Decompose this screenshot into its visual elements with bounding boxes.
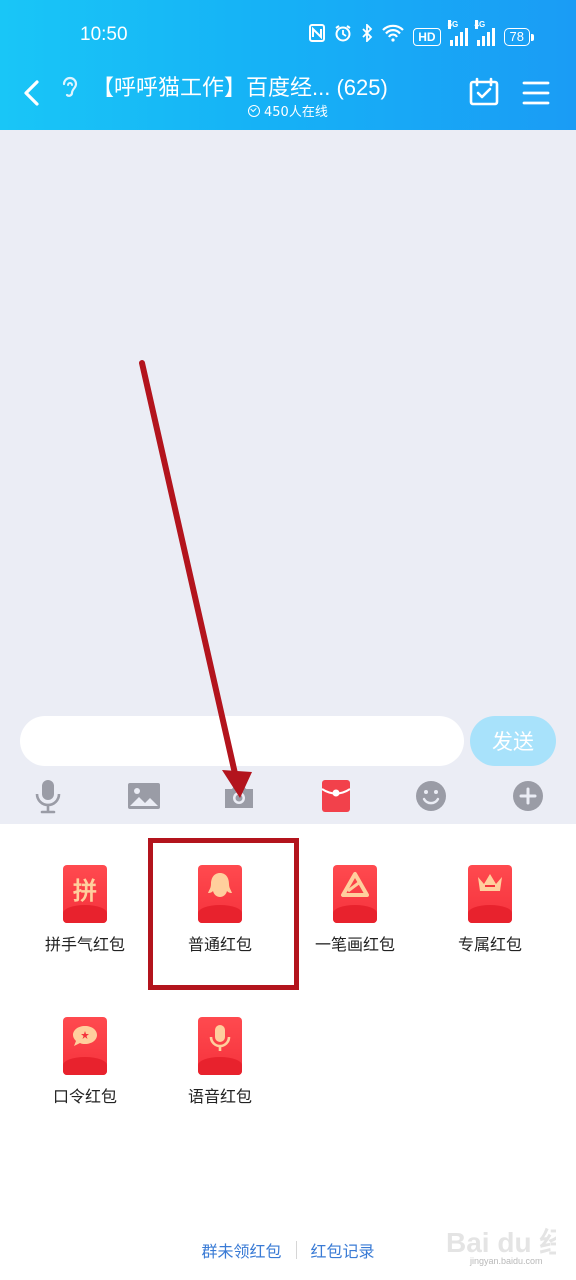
camera-icon[interactable] [222, 778, 256, 814]
red-packet-password[interactable]: 口令红包 [20, 1017, 150, 1137]
red-packet-label: 语音红包 [187, 1087, 252, 1106]
unclaimed-red-packets-link[interactable]: 群未领红包 [201, 1238, 281, 1262]
red-packet-card [468, 865, 512, 923]
penguin-icon [198, 871, 242, 901]
wifi-icon [382, 24, 404, 49]
triangle-stroke-icon [333, 871, 377, 899]
status-time: 10:50 [80, 24, 128, 45]
red-packet-card [333, 865, 377, 923]
red-packet-icon[interactable] [319, 778, 353, 814]
battery-indicator: 78 [503, 27, 535, 46]
online-count: 450人在线 [248, 101, 328, 120]
watermark-url: jingyan.baidu.com [470, 1256, 543, 1266]
red-packet-one-stroke[interactable]: 一笔画红包 [290, 865, 420, 985]
red-packet-card [198, 1017, 242, 1075]
microphone-icon[interactable] [31, 778, 65, 814]
red-packet-label: 拼手气红包 [44, 935, 125, 954]
microphone-icon [198, 1023, 242, 1055]
send-button[interactable]: 发送 [470, 716, 556, 766]
crown-icon [468, 871, 512, 897]
red-packet-label: 专属红包 [457, 935, 522, 954]
image-icon[interactable] [127, 778, 161, 814]
message-input[interactable] [20, 716, 464, 766]
watermark-text: Bai du 经验 [446, 1226, 556, 1258]
earpiece-mode-icon[interactable] [58, 74, 82, 102]
signal-4g-icon: 4G [474, 19, 495, 46]
signal-5g-icon: 5G [447, 19, 468, 46]
chevron-down-icon [248, 104, 260, 117]
red-packet-voice[interactable]: 语音红包 [155, 1017, 285, 1137]
input-toolbar [0, 770, 576, 824]
back-icon[interactable] [20, 76, 46, 110]
red-packet-label: 一笔画红包 [314, 935, 395, 954]
red-packet-label: 口令红包 [52, 1087, 117, 1106]
speech-bubble-icon [63, 1023, 107, 1051]
chat-header: 10:50 HD 5G 4G 78 【呼呼猫工作】百度经... (625) 45… [0, 0, 576, 130]
plus-icon[interactable] [511, 778, 545, 814]
message-area[interactable] [0, 130, 576, 710]
emoji-icon[interactable] [414, 778, 448, 814]
status-bar: 10:50 HD 5G 4G 78 [0, 0, 576, 72]
menu-icon[interactable] [522, 80, 550, 106]
alarm-icon [334, 24, 352, 49]
red-packet-card [63, 1017, 107, 1075]
status-icons: HD 5G 4G 78 [309, 19, 535, 49]
red-packet-card: 拼 [63, 865, 107, 923]
bluetooth-icon [361, 22, 373, 49]
annotation-highlight-box [148, 838, 299, 990]
calendar-check-icon[interactable] [468, 76, 500, 108]
nfc-icon [309, 24, 326, 49]
red-packet-exclusive[interactable]: 专属红包 [425, 865, 555, 985]
red-packet-records-link[interactable]: 红包记录 [311, 1238, 375, 1262]
divider [295, 1241, 297, 1259]
chat-title[interactable]: 【呼呼猫工作】百度经... (625) [92, 70, 388, 102]
red-packet-lucky[interactable]: 拼 拼手气红包 [20, 865, 150, 985]
pin-glyph: 拼 [73, 877, 97, 905]
hd-badge: HD [413, 27, 441, 46]
